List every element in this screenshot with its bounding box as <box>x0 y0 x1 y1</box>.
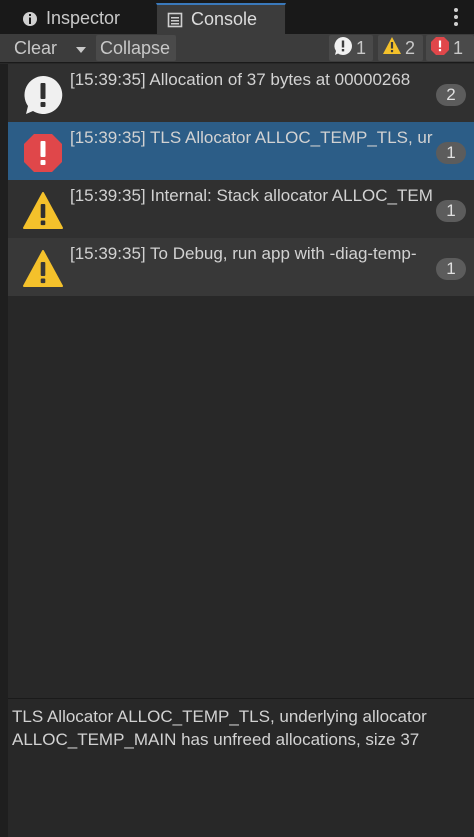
log-entry-warning[interactable]: [15:39:35] To Debug, run app with -diag-… <box>8 238 474 296</box>
warning-triangle-icon <box>22 248 64 290</box>
log-message: [15:39:35] To Debug, run app with -diag-… <box>70 244 417 263</box>
log-message: [15:39:35] Internal: Stack allocator ALL… <box>70 186 433 205</box>
clear-options-dropdown[interactable] <box>70 35 92 61</box>
error-filter-toggle[interactable]: 1 <box>426 35 474 61</box>
tab-inspector-label: Inspector <box>46 8 121 28</box>
tab-console-label: Console <box>191 9 258 29</box>
collapse-count-badge: 1 <box>436 200 466 222</box>
more-options-icon[interactable] <box>452 4 460 30</box>
log-message: [15:39:35] Allocation of 37 bytes at 000… <box>70 70 411 89</box>
console-toolbar: Clear Collapse 1 2 1 <box>0 34 474 63</box>
clear-button[interactable]: Clear <box>8 35 68 61</box>
warning-count: 2 <box>405 37 416 58</box>
warning-triangle-icon <box>382 36 402 60</box>
log-entry-error[interactable]: [15:39:35] TLS Allocator ALLOC_TEMP_TLS,… <box>8 122 474 180</box>
collapse-count-badge: 1 <box>436 258 466 280</box>
log-entry-info[interactable]: [15:39:35] Allocation of 37 bytes at 000… <box>8 64 474 122</box>
left-edge <box>0 64 8 837</box>
log-details-text: TLS Allocator ALLOC_TEMP_TLS, underlying… <box>12 707 427 749</box>
error-octagon-icon <box>430 36 450 61</box>
info-filter-toggle[interactable]: 1 <box>329 35 373 61</box>
collapse-count-badge: 2 <box>436 84 466 106</box>
tab-console[interactable]: Console <box>156 3 286 34</box>
error-count: 1 <box>453 37 464 58</box>
dropdown-arrow-icon <box>75 38 87 59</box>
log-details-pane: TLS Allocator ALLOC_TEMP_TLS, underlying… <box>8 699 474 837</box>
tab-inspector[interactable]: Inspector <box>0 3 152 34</box>
collapse-toggle[interactable]: Collapse <box>96 35 176 61</box>
collapse-count-badge: 1 <box>436 142 466 164</box>
console-window: Inspector Console Clear Collapse 1 2 1 [… <box>0 0 474 837</box>
console-icon <box>167 12 183 28</box>
tab-bar: Inspector Console <box>0 0 474 35</box>
warning-filter-toggle[interactable]: 2 <box>378 35 423 61</box>
info-icon <box>22 11 38 27</box>
log-list[interactable]: [15:39:35] Allocation of 37 bytes at 000… <box>8 64 474 698</box>
warning-triangle-icon <box>22 190 64 232</box>
error-octagon-icon <box>22 132 64 174</box>
info-count: 1 <box>356 37 367 58</box>
info-bubble-icon <box>22 74 64 116</box>
log-entry-warning[interactable]: [15:39:35] Internal: Stack allocator ALL… <box>8 180 474 238</box>
log-message: [15:39:35] TLS Allocator ALLOC_TEMP_TLS,… <box>70 128 433 147</box>
info-bubble-icon <box>333 36 353 61</box>
